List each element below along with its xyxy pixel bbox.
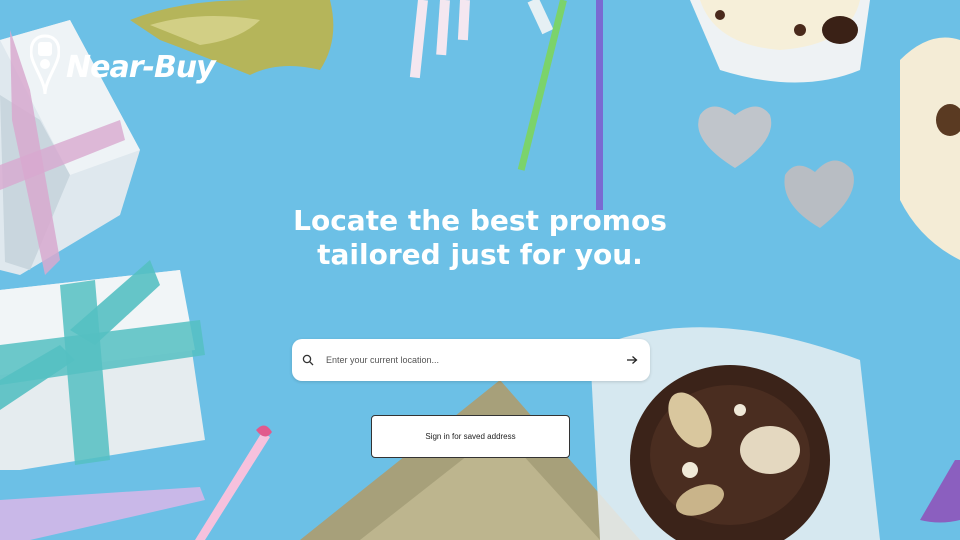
arrow-right-icon[interactable] (624, 352, 640, 368)
brand-logo[interactable]: Near-Buy (29, 34, 216, 101)
signin-saved-address-button[interactable]: Sign in for saved address (371, 415, 570, 458)
gift-box-mid-left (0, 260, 205, 470)
hero-headline: Locate the best promos tailored just for… (230, 204, 730, 272)
search-icon (302, 353, 316, 367)
location-search-box (292, 339, 650, 381)
headline-line-2: tailored just for you. (317, 238, 643, 271)
headline-line-1: Locate the best promos (293, 204, 667, 237)
map-pin-icon (29, 34, 61, 101)
brand-name: Near-Buy (66, 50, 216, 85)
location-search-input[interactable] (324, 344, 624, 376)
